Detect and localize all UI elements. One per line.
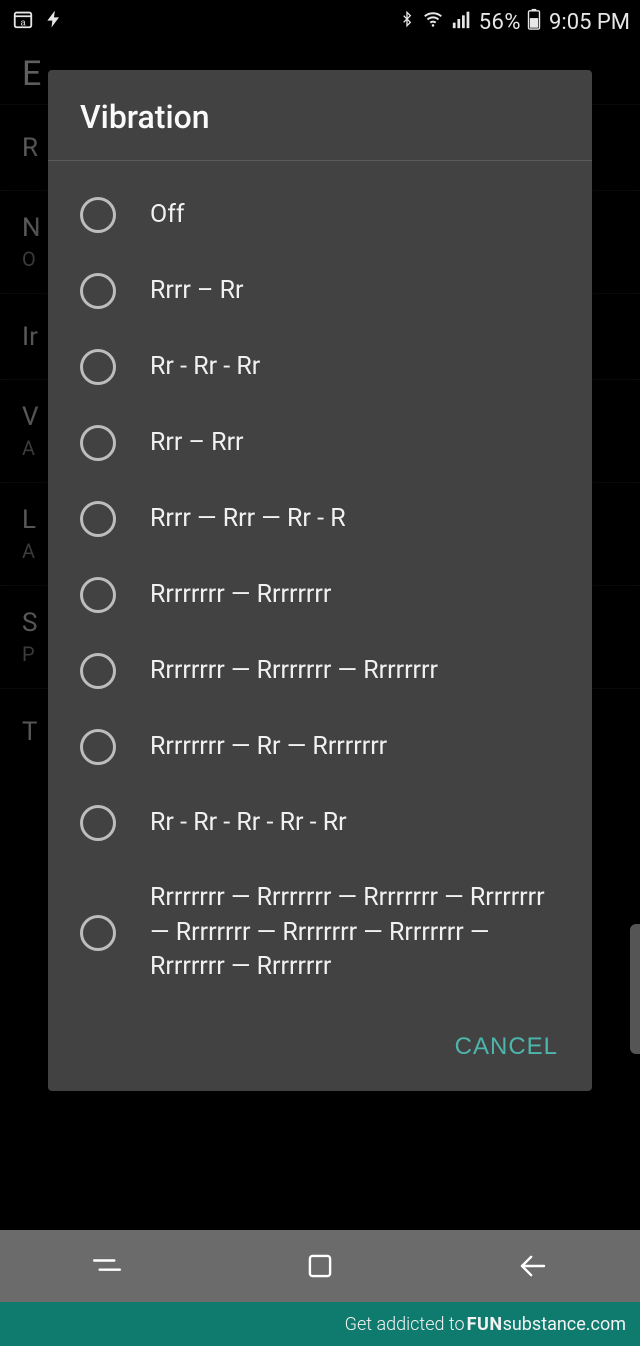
- option-label: Rr - Rr - Rr: [150, 350, 560, 385]
- battery-percent: 56%: [479, 10, 521, 35]
- radio-icon: [80, 805, 116, 841]
- radio-icon: [80, 729, 116, 765]
- option-label: Rrrrrrrr — Rrrrrrrr: [150, 578, 560, 613]
- calendar-icon: a: [12, 8, 34, 36]
- vibration-option-4[interactable]: Rrrr — Rrr — Rr - R: [48, 481, 592, 557]
- vibration-dialog: Vibration Off Rrrr – Rr Rr - Rr - Rr Rrr…: [48, 70, 592, 1091]
- radio-icon: [80, 425, 116, 461]
- navigation-bar: [0, 1230, 640, 1302]
- status-right: 56% 9:05 PM: [399, 8, 630, 36]
- watermark-suffix: .com: [586, 1314, 626, 1335]
- option-label: Rr - Rr - Rr - Rr - Rr: [150, 806, 560, 841]
- lightning-icon: [44, 8, 64, 36]
- option-label: Rrrrrrrr — Rrrrrrrr — Rrrrrrrr: [150, 654, 560, 689]
- status-left: a: [12, 8, 64, 36]
- watermark-footer: Get addicted to FUN substance .com: [0, 1302, 640, 1346]
- svg-text:a: a: [20, 17, 26, 27]
- radio-icon: [80, 273, 116, 309]
- watermark-brand-bold: FUN: [467, 1314, 503, 1335]
- dialog-actions: CANCEL: [48, 1011, 592, 1091]
- option-label: Rrr – Rrr: [150, 426, 560, 461]
- option-label: Rrrr – Rr: [150, 274, 560, 309]
- vibration-option-8[interactable]: Rr - Rr - Rr - Rr - Rr: [48, 785, 592, 861]
- bluetooth-icon: [399, 8, 415, 36]
- option-label: Off: [150, 198, 560, 233]
- back-button[interactable]: [473, 1230, 593, 1302]
- radio-icon: [80, 501, 116, 537]
- vibration-option-9[interactable]: Rrrrrrrr — Rrrrrrrr — Rrrrrrrr — Rrrrrrr…: [48, 861, 592, 1005]
- radio-icon: [80, 653, 116, 689]
- option-label: Rrrrrrrr — Rrrrrrrr — Rrrrrrrr — Rrrrrrr…: [150, 881, 560, 985]
- vibration-option-list: Off Rrrr – Rr Rr - Rr - Rr Rrr – Rrr Rrr…: [48, 161, 592, 1011]
- cancel-button[interactable]: CANCEL: [445, 1025, 568, 1069]
- radio-icon: [80, 349, 116, 385]
- radio-icon: [80, 197, 116, 233]
- vibration-option-off[interactable]: Off: [48, 171, 592, 253]
- signal-icon: [451, 8, 473, 36]
- vibration-option-5[interactable]: Rrrrrrrr — Rrrrrrrr: [48, 557, 592, 633]
- vibration-option-1[interactable]: Rrrr – Rr: [48, 253, 592, 329]
- vibration-option-2[interactable]: Rr - Rr - Rr: [48, 329, 592, 405]
- watermark-prefix: Get addicted to: [345, 1314, 465, 1335]
- radio-icon: [80, 577, 116, 613]
- recents-button[interactable]: [47, 1230, 167, 1302]
- status-bar: a 56% 9:05 PM: [0, 0, 640, 44]
- vibration-option-6[interactable]: Rrrrrrrr — Rrrrrrrr — Rrrrrrrr: [48, 633, 592, 709]
- battery-icon: [527, 8, 541, 36]
- watermark-brand-rest: substance: [503, 1314, 586, 1335]
- option-label: Rrrr — Rrr — Rr - R: [150, 502, 560, 537]
- option-label: Rrrrrrrr — Rr — Rrrrrrrr: [150, 730, 560, 765]
- home-button[interactable]: [260, 1230, 380, 1302]
- wifi-icon: [421, 8, 445, 36]
- clock-text: 9:05 PM: [549, 10, 630, 35]
- radio-icon: [80, 915, 116, 951]
- vibration-option-3[interactable]: Rrr – Rrr: [48, 405, 592, 481]
- vibration-option-7[interactable]: Rrrrrrrr — Rr — Rrrrrrrr: [48, 709, 592, 785]
- dialog-title: Vibration: [48, 70, 592, 161]
